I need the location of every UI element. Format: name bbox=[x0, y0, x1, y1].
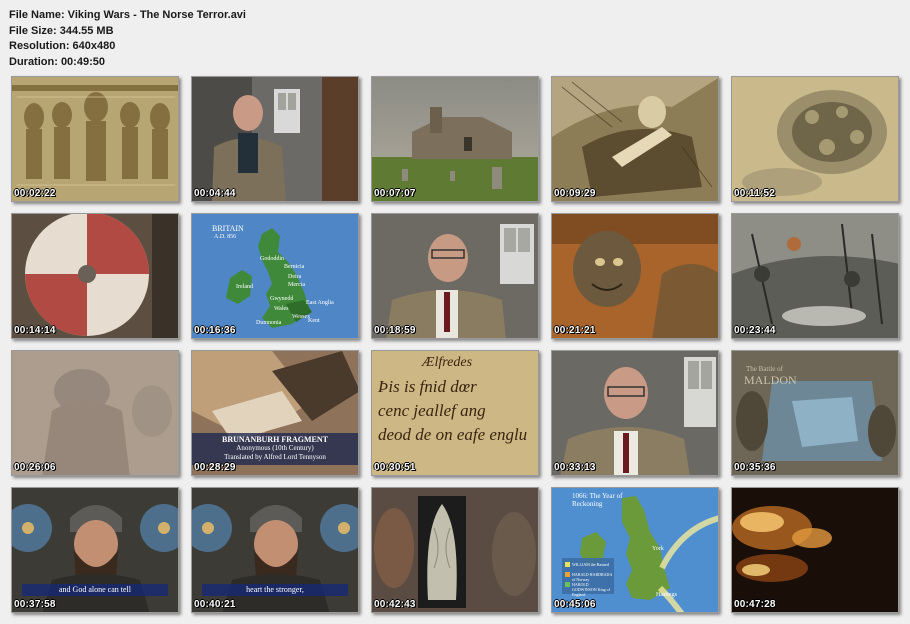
timestamp: 00:40:21 bbox=[194, 599, 236, 610]
subtitle: heart the stronger, bbox=[202, 584, 348, 596]
map-label: Gwynedd bbox=[270, 296, 294, 302]
manuscript-line: Þis is fnid dœr bbox=[378, 377, 477, 396]
thumbnail-presenter-3[interactable]: 00:33:13 bbox=[551, 350, 719, 476]
troll-art-image bbox=[552, 214, 718, 338]
thumbnail-troll-art[interactable]: 00:21:21 bbox=[551, 213, 719, 339]
timestamp: 00:16:36 bbox=[194, 325, 236, 336]
map-label: Ireland bbox=[236, 284, 253, 290]
timestamp: 00:09:29 bbox=[554, 188, 596, 199]
map-label: Gododdin bbox=[260, 256, 284, 262]
timestamp: 00:45:06 bbox=[554, 599, 596, 610]
legend-item: WILLIAM the Bastard bbox=[572, 562, 609, 567]
thumbnail-brunanburh-fragment[interactable]: BRUNANBURH FRAGMENT Anonymous (10th Cent… bbox=[191, 350, 359, 476]
map-title: BRITAIN bbox=[212, 224, 244, 233]
timestamp: 00:47:28 bbox=[734, 599, 776, 610]
thumbnail-church[interactable]: 00:07:07 bbox=[371, 76, 539, 202]
thumbnail-manuscript[interactable]: Ælfredes Þis is fnid dœr cenc jeallef an… bbox=[371, 350, 539, 476]
map-label: East Anglia bbox=[306, 300, 334, 306]
title-line: The Battle of bbox=[746, 365, 783, 373]
carving-image bbox=[12, 77, 178, 201]
presenter-image bbox=[372, 214, 538, 338]
thumbnail-shield[interactable]: 00:14:14 bbox=[11, 213, 179, 339]
engraving-image bbox=[552, 77, 718, 201]
caption-line: Translated by Alfred Lord Tennyson bbox=[224, 453, 326, 461]
map-year: A.D. 856 bbox=[214, 234, 237, 240]
thumbnail-battle-sketch[interactable]: 00:23:44 bbox=[731, 213, 899, 339]
timestamp: 00:42:43 bbox=[374, 599, 416, 610]
caption-band: BRUNANBURH FRAGMENT Anonymous (10th Cent… bbox=[192, 433, 358, 465]
thumbnail-viking-speaker-1[interactable]: and God alone can tell 00:37:58 bbox=[11, 487, 179, 613]
timestamp: 00:14:14 bbox=[14, 325, 56, 336]
thumbnail-warriors-mist[interactable]: 00:26:06 bbox=[11, 350, 179, 476]
timestamp: 00:35:36 bbox=[734, 462, 776, 473]
timestamp: 00:28:29 bbox=[194, 462, 236, 473]
thumbnail-battle-of-maldon[interactable]: The Battle of MALDON 00:35:36 bbox=[731, 350, 899, 476]
church-image bbox=[372, 77, 538, 201]
thumbnail-1066-map[interactable]: 1066: The Year of Reckoning WILLIAM the … bbox=[551, 487, 719, 613]
runestone-image bbox=[372, 488, 538, 612]
manuscript-line: deod de on eafe englu bbox=[378, 425, 528, 444]
legend-item: HAROLD GODWINSON King of England bbox=[572, 582, 610, 597]
map-label: Deira bbox=[288, 274, 302, 280]
caption-line: Anonymous (10th Century) bbox=[236, 444, 314, 452]
map-label: Bernicia bbox=[284, 264, 305, 270]
thumbnail-presenter-1[interactable]: 00:04:44 bbox=[191, 76, 359, 202]
timestamp: 00:07:07 bbox=[374, 188, 416, 199]
timestamp: 00:23:44 bbox=[734, 325, 776, 336]
map-label: Mercia bbox=[288, 282, 305, 288]
map-place: Hastings bbox=[656, 592, 677, 598]
map-place: York bbox=[652, 546, 664, 552]
map-label: Kent bbox=[308, 318, 320, 324]
presenter-image bbox=[552, 351, 718, 475]
title-line: MALDON bbox=[744, 373, 797, 387]
fire-image bbox=[732, 488, 898, 612]
timestamp: 00:21:21 bbox=[554, 325, 596, 336]
thumbnail-britain-map[interactable]: BRITAIN A.D. 856 Gododdin Bernicia Deira… bbox=[191, 213, 359, 339]
timestamp: 00:37:58 bbox=[14, 599, 56, 610]
thumbnail-grid: 00:02:22 00:04:44 00:07:07 00:09:29 00:1… bbox=[0, 0, 910, 624]
brooch-image bbox=[732, 77, 898, 201]
thumbnail-runestone[interactable]: 00:42:43 bbox=[371, 487, 539, 613]
map-title: 1066: The Year of Reckoning bbox=[572, 492, 623, 508]
timestamp: 00:18:59 bbox=[374, 325, 416, 336]
timestamp: 00:04:44 bbox=[194, 188, 236, 199]
thumbnail-carving[interactable]: 00:02:22 bbox=[11, 76, 179, 202]
caption-title: BRUNANBURH FRAGMENT bbox=[222, 435, 328, 444]
legend-item: HARALD HARDRADA of Norway bbox=[572, 572, 613, 582]
manuscript-line: cenc jeallef ang bbox=[378, 401, 486, 420]
timestamp: 00:30:51 bbox=[374, 462, 416, 473]
map-label: Dumnonia bbox=[256, 320, 282, 326]
subtitle: and God alone can tell bbox=[22, 584, 168, 596]
thumbnail-engraving[interactable]: 00:09:29 bbox=[551, 76, 719, 202]
battle-sketch-image bbox=[732, 214, 898, 338]
timestamp: 00:11:52 bbox=[734, 188, 776, 199]
manuscript-line: Ælfredes bbox=[422, 355, 473, 370]
timestamp: 00:26:06 bbox=[14, 462, 56, 473]
presenter-image bbox=[192, 77, 358, 201]
timestamp: 00:33:13 bbox=[554, 462, 596, 473]
warriors-mist-image bbox=[12, 351, 178, 475]
thumbnail-presenter-2[interactable]: 00:18:59 bbox=[371, 213, 539, 339]
thumbnail-viking-speaker-2[interactable]: heart the stronger, 00:40:21 bbox=[191, 487, 359, 613]
shield-image bbox=[12, 214, 178, 338]
timestamp: 00:02:22 bbox=[14, 188, 56, 199]
thumbnail-fire[interactable]: 00:47:28 bbox=[731, 487, 899, 613]
thumbnail-brooch[interactable]: 00:11:52 bbox=[731, 76, 899, 202]
map-label: Wales bbox=[274, 306, 289, 312]
